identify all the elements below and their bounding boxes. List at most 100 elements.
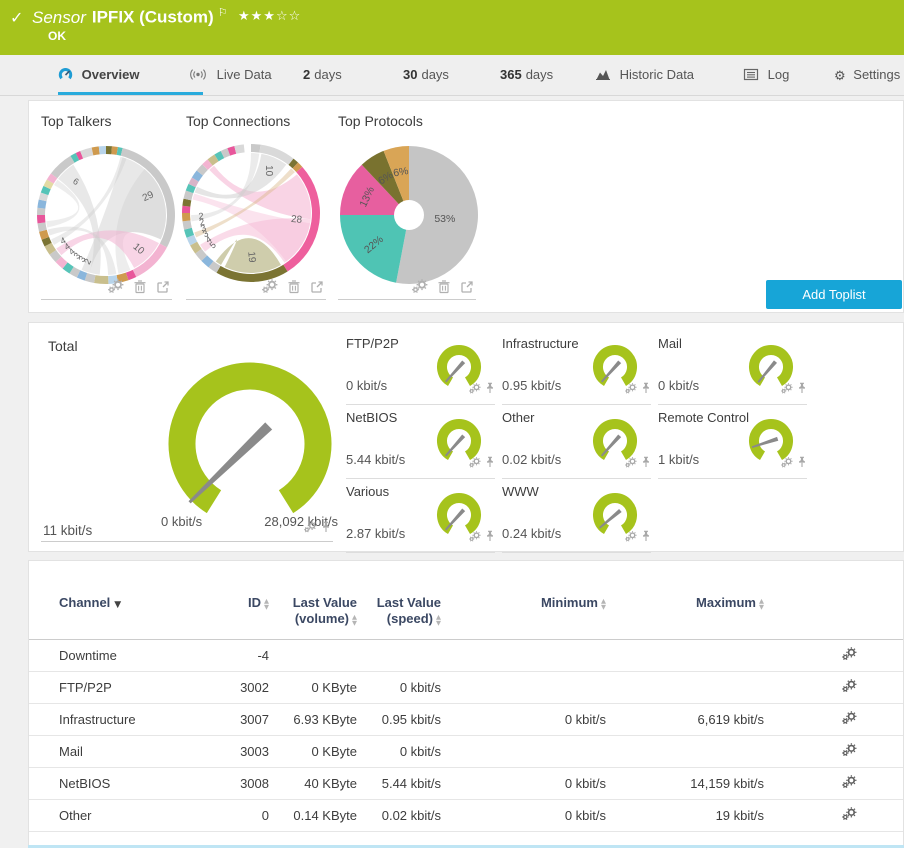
top-talkers-chord-chart[interactable]: 29102334446 (36, 145, 176, 285)
column-header-maximum[interactable]: Maximum ▲ ▼ (606, 595, 764, 627)
channel-id: 3008 (240, 776, 269, 791)
tab-30-days[interactable]: 30 days (403, 55, 449, 95)
last-value-speed: 0.02 kbit/s (381, 808, 441, 823)
priority-stars[interactable]: ★★★☆☆ (238, 9, 301, 24)
channel-id: -4 (257, 648, 269, 663)
channel-gauge-block: NetBIOS 5.44 kbit/s (346, 405, 495, 479)
pin-icon[interactable] (485, 529, 495, 547)
svg-text:19: 19 (245, 251, 257, 263)
channel-settings-icon[interactable] (842, 806, 857, 823)
gauge-settings-icon[interactable] (469, 381, 481, 399)
column-header-channel[interactable]: Channel ▼ (59, 595, 209, 627)
gauge-settings-icon[interactable] (625, 455, 637, 473)
column-header-minimum[interactable]: Minimum ▲ ▼ (441, 595, 606, 627)
last-value-volume: 0 KByte (311, 744, 357, 759)
tab-historic-data[interactable]: Historic Data (595, 55, 694, 95)
last-value-speed (357, 640, 441, 671)
column-header-id[interactable]: ID ▲ ▼ (209, 595, 269, 627)
channel-settings-icon[interactable] (842, 742, 857, 759)
channel-settings-cell (764, 640, 883, 671)
sensor-header: ✓ Sensor IPFIX (Custom) ⚐ ★★★☆☆ OK (0, 0, 904, 55)
channel-value: 0 kbit/s (658, 378, 700, 393)
gauge-settings-icon[interactable] (781, 455, 793, 473)
channel-settings-icon[interactable] (842, 774, 857, 791)
tab-2-days[interactable]: 2 days (303, 55, 342, 95)
channel-label: Other (502, 410, 535, 425)
channel-id: 0 (261, 808, 269, 823)
last-value-volume: 0 KByte (311, 680, 357, 695)
toplist-title: Top Protocols (338, 113, 423, 129)
toplist-settings-icon[interactable] (412, 279, 428, 298)
gauge-settings-icon[interactable] (625, 529, 637, 547)
gauge-settings-icon[interactable] (781, 381, 793, 399)
sensor-title: Sensor IPFIX (Custom) ⚐ (32, 6, 228, 28)
channel-name: FTP/P2P (59, 680, 112, 695)
channel-settings-icon[interactable] (842, 646, 857, 663)
channel-id: 3007 (240, 712, 269, 727)
broadcast-icon (188, 57, 208, 97)
maximum-value (606, 736, 764, 767)
channel-value: 0.24 kbit/s (502, 526, 562, 541)
pin-icon[interactable] (485, 455, 495, 473)
ok-check-icon: ✓ (10, 8, 24, 27)
channel-settings-icon[interactable] (842, 678, 857, 695)
tab-settings[interactable]: ⚙ Settings (834, 55, 900, 95)
svg-text:28: 28 (290, 214, 302, 226)
tab-365-days[interactable]: 365 days (500, 55, 553, 95)
tab-log[interactable]: Log (743, 55, 789, 95)
maximum-value: 6,619 kbit/s (697, 712, 765, 727)
pin-icon[interactable] (797, 381, 807, 399)
channel-gauge-grid: FTP/P2P 0 kbit/s Infrastructure 0.95 kbit/… (346, 331, 807, 553)
maximum-value: 19 kbit/s (715, 808, 764, 823)
toplist-top-connections: Top Connections 10 28 19 5 4 3 3 2 2 (182, 113, 326, 300)
channel-value: 0 kbit/s (346, 378, 388, 393)
gauge-icon (58, 57, 73, 97)
sensor-name: IPFIX (Custom) (91, 7, 214, 27)
channel-gauge-block: Various 2.87 kbit/s (346, 479, 495, 553)
gauge-settings-icon[interactable] (304, 520, 317, 538)
external-link-icon[interactable] (156, 280, 170, 299)
column-header-last-value-speed[interactable]: Last Value (speed) ▲ ▼ (357, 595, 441, 627)
channel-gauge-block: WWW 0.24 kbit/s (502, 479, 651, 553)
last-value-volume (269, 640, 357, 671)
pin-icon[interactable] (485, 381, 495, 399)
table-row: Downtime -4 (29, 640, 903, 672)
channel-settings-icon[interactable] (842, 710, 857, 727)
column-header-last-value-volume[interactable]: Last Value (volume) ▲ ▼ (269, 595, 357, 627)
svg-text:2: 2 (198, 211, 204, 221)
top-protocols-donut-chart[interactable]: 53%22%13%6%6% (339, 145, 479, 285)
toplist-settings-icon[interactable] (108, 279, 124, 298)
pin-icon[interactable] (641, 529, 651, 547)
pin-icon[interactable] (797, 455, 807, 473)
add-toplist-button[interactable]: Add Toplist (766, 280, 902, 309)
last-value-speed: 0 kbit/s (399, 744, 441, 759)
gauge-settings-icon[interactable] (469, 529, 481, 547)
last-value-speed: 0.95 kbit/s (381, 712, 441, 727)
tab-live-data[interactable]: Live Data (188, 55, 272, 95)
pin-icon[interactable] (641, 455, 651, 473)
external-link-icon[interactable] (460, 280, 474, 299)
channel-label: WWW (502, 484, 539, 499)
column-header-actions (764, 595, 883, 627)
tab-overview[interactable]: Overview (58, 55, 203, 95)
channel-label: Mail (658, 336, 682, 351)
trash-icon[interactable] (133, 279, 147, 299)
total-label: Total (48, 338, 78, 354)
table-row: Other 0 0.14 KByte 0.02 kbit/s 0 kbit/s 19 kb… (29, 800, 903, 832)
pin-icon[interactable] (321, 520, 331, 538)
trash-icon[interactable] (437, 279, 451, 299)
toplist-settings-icon[interactable] (262, 279, 278, 298)
minimum-value: 0 kbit/s (564, 712, 606, 727)
sort-desc-icon: ▼ (114, 600, 122, 610)
gauge-settings-icon[interactable] (625, 381, 637, 399)
external-link-icon[interactable] (310, 280, 324, 299)
channel-value: 1 kbit/s (658, 452, 700, 467)
trash-icon[interactable] (287, 279, 301, 299)
flag-icon[interactable]: ⚐ (218, 6, 228, 19)
top-connections-chord-chart[interactable]: 102819543322 (181, 143, 321, 283)
gauge-scale-min: 0 kbit/s (161, 514, 203, 529)
gauge-settings-icon[interactable] (469, 455, 481, 473)
channel-label: NetBIOS (346, 410, 398, 425)
tab-bar: Overview Live Data 2 days 30 days 365 days … (0, 55, 904, 96)
pin-icon[interactable] (641, 381, 651, 399)
